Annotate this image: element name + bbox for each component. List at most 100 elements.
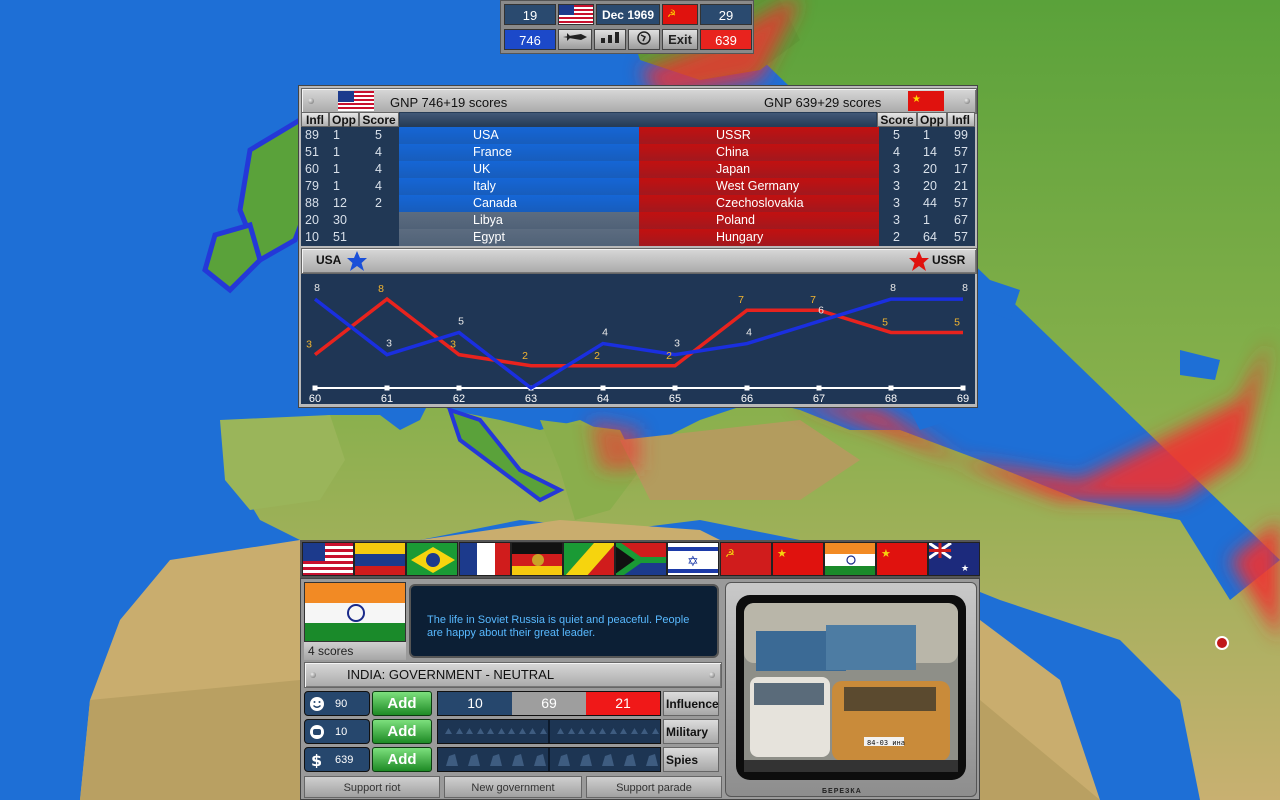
x-tick-label: 61: [381, 393, 393, 404]
usa-gnp: 746: [504, 29, 556, 50]
usa-ally-name: Canada: [473, 196, 517, 210]
spy-icon: [602, 754, 614, 766]
tv-screen-frame: 84-03 ина БЕРЕЗКА: [725, 582, 977, 797]
soldier-icon: [508, 728, 515, 734]
usa-ally-score: 4: [375, 145, 382, 159]
israel-flag-icon[interactable]: ✡: [667, 542, 720, 576]
ussr-ally-influence: 99: [954, 128, 968, 142]
ussr-gnp-scores: GNP 639+29 scores: [764, 95, 882, 110]
usa-flag-icon[interactable]: [302, 542, 354, 576]
ussr-ally-influence: 57: [954, 230, 968, 244]
header-infl-left: Infl: [301, 112, 329, 127]
usa-ally-name: France: [473, 145, 512, 159]
news-message: The life in Soviet Russia is quiet and p…: [427, 614, 690, 639]
france-flag-icon[interactable]: [458, 542, 511, 576]
usa-flag-icon: [558, 4, 594, 25]
add-spies-button[interactable]: Add: [372, 747, 432, 772]
influence-meter: 10 69 21: [437, 691, 661, 716]
china-flag-icon[interactable]: ★: [876, 542, 929, 576]
australia-flag-icon[interactable]: ★: [928, 542, 981, 576]
ussr-legend-label: USSR: [932, 253, 966, 267]
spy-icon: [468, 754, 480, 766]
soldier-icon: [455, 728, 463, 734]
header-score-right: Score: [877, 112, 917, 127]
dollar-icon: $: [311, 752, 322, 768]
usa-influence: 10: [438, 692, 512, 715]
new-government-button[interactable]: New government: [444, 776, 582, 798]
header-infl-right: Infl: [947, 112, 975, 127]
table-row[interactable]: 89 1 5 USA USSR 5 1 99: [301, 127, 975, 144]
spy-icon: [534, 754, 546, 766]
ussr-side-bar: [639, 127, 879, 144]
ussr-ally-score: 4: [893, 145, 900, 159]
soldier-icon: [487, 728, 494, 734]
ussr-data-label: 2: [522, 350, 528, 362]
influence-label: Influence: [663, 691, 719, 716]
table-row[interactable]: 10 51 Egypt Hungary 2 64 57: [301, 229, 975, 246]
table-row[interactable]: 79 1 4 Italy West Germany 3 20 21: [301, 178, 975, 195]
globe-icon[interactable]: [628, 29, 660, 50]
government-status: INDIA: GOVERNMENT - NEUTRAL: [347, 667, 555, 682]
usa-ally-influence: 10: [305, 230, 319, 244]
usa-data-label: 8: [890, 282, 896, 294]
x-tick: [960, 385, 966, 391]
red-star-icon: [909, 251, 929, 271]
table-row[interactable]: 60 1 4 UK Japan 3 20 17: [301, 161, 975, 178]
usa-ally-name: Libya: [473, 213, 503, 227]
venezuela-flag-icon[interactable]: [354, 542, 407, 576]
x-tick-label: 64: [597, 393, 609, 404]
country-score: 4 scores: [304, 642, 406, 660]
india-marker-icon[interactable]: [1215, 636, 1229, 650]
country-panel: 4 scores The life in Soviet Russia is qu…: [300, 578, 980, 800]
usa-data-label: 3: [674, 338, 680, 350]
china-flag-icon[interactable]: ★: [771, 542, 824, 576]
usa-data-label: 4: [746, 327, 752, 339]
support-parade-button[interactable]: Support parade: [586, 776, 722, 798]
ussr-ally-opposition: 14: [923, 145, 937, 159]
ussr-ally-influence: 67: [954, 213, 968, 227]
usa-data-label: 8: [314, 282, 320, 294]
ussr-ally-score: 3: [893, 196, 900, 210]
ussr-ally-opposition: 44: [923, 196, 937, 210]
ussr-data-label: 2: [594, 350, 600, 362]
spy-icon: [512, 754, 524, 766]
exit-button[interactable]: Exit: [662, 29, 698, 50]
missile-icon[interactable]: [558, 29, 592, 50]
usa-data-label: 8: [962, 282, 968, 294]
fist-icon: [310, 725, 324, 739]
ussr-data-label: 7: [810, 294, 816, 306]
ussr-flag-icon[interactable]: ☭: [719, 542, 772, 576]
china-flag-icon: ★: [908, 91, 944, 111]
header-opp-right: Opp: [917, 112, 947, 127]
military-value: 10: [335, 726, 348, 738]
ussr-data-label: 5: [882, 316, 888, 328]
soldier-icon: [641, 728, 648, 734]
spies-stat: $639: [304, 747, 370, 772]
bars-icon[interactable]: [594, 29, 626, 50]
spy-icon: [646, 754, 658, 766]
add-military-button[interactable]: Add: [372, 719, 432, 744]
spy-icon: [580, 754, 592, 766]
ussr-data-label: 3: [306, 339, 312, 351]
ussr-side-bar: [639, 212, 879, 229]
usa-side-bar: [399, 212, 639, 229]
south-africa-flag-icon[interactable]: [615, 542, 668, 576]
add-influence-button[interactable]: Add: [372, 691, 432, 716]
usa-side-bar: [399, 229, 639, 246]
x-tick-label: 62: [453, 393, 465, 404]
brazil-flag-icon[interactable]: [406, 542, 459, 576]
east-germany-flag-icon[interactable]: [510, 542, 563, 576]
india-flag-icon[interactable]: [824, 542, 876, 576]
x-tick-label: 68: [885, 393, 897, 404]
usa-side-bar: [399, 127, 639, 144]
usa-ally-opposition: 1: [333, 162, 340, 176]
support-riot-button[interactable]: Support riot: [304, 776, 440, 798]
table-row[interactable]: 51 1 4 France China 4 14 57: [301, 144, 975, 161]
usa-data-label: 5: [458, 315, 464, 327]
table-row[interactable]: 20 30 Libya Poland 3 1 67: [301, 212, 975, 229]
table-row[interactable]: 88 12 2 Canada Czechoslovakia 3 44 57: [301, 195, 975, 212]
usa-ally-score: 4: [375, 162, 382, 176]
congo-flag-icon[interactable]: [563, 542, 615, 576]
usa-count: 19: [504, 4, 556, 25]
usa-ally-influence: 60: [305, 162, 319, 176]
